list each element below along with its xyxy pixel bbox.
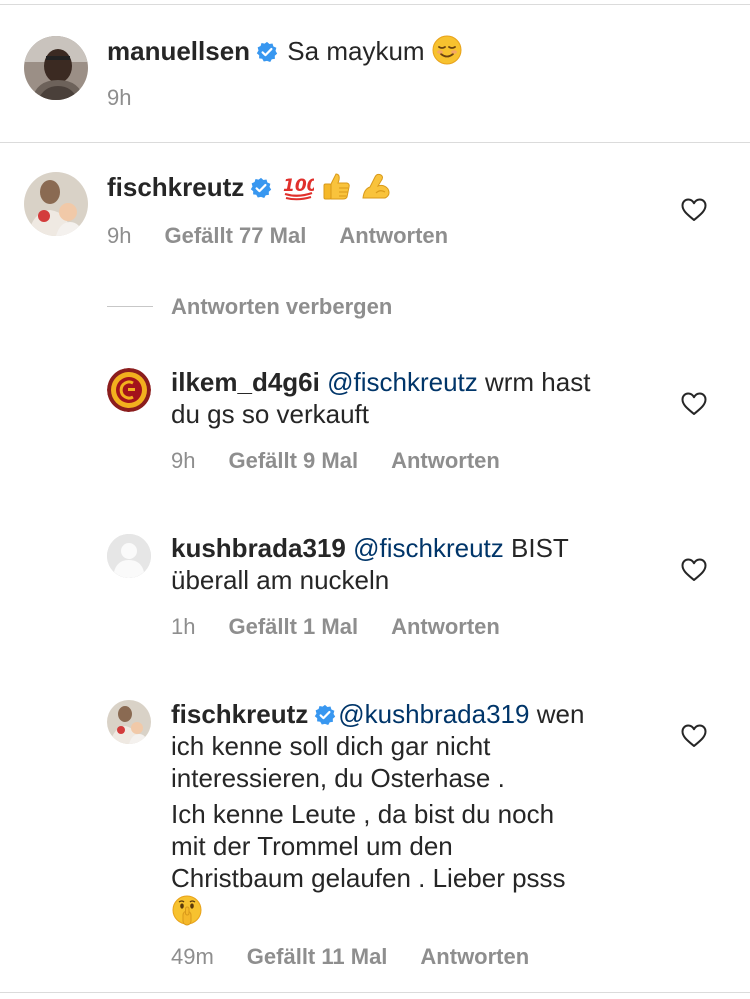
section-divider	[0, 142, 750, 143]
heart-icon[interactable]	[681, 724, 707, 748]
heart-icon[interactable]	[681, 392, 707, 416]
username[interactable]: fischkreutz	[171, 699, 308, 729]
hide-replies-line	[107, 306, 153, 307]
comment-meta: 9h	[107, 84, 131, 112]
thumbs-up-emoji-icon	[321, 171, 353, 208]
timestamp: 1h	[171, 614, 196, 639]
avatar-ilkem-d4g6i[interactable]	[107, 368, 151, 412]
reply-text-line-4: Ich kenne Leute , da bist du noch	[171, 798, 554, 830]
flexed-biceps-emoji-icon	[360, 171, 392, 208]
timestamp: 9h	[107, 223, 132, 248]
shushing-face-emoji-icon	[171, 894, 203, 933]
timestamp: 9h	[107, 85, 132, 110]
reply-text: wrm hast	[484, 367, 591, 397]
reply-meta: 1h Gefällt 1 Mal Antworten	[171, 613, 500, 641]
reply-text: überall am nuckeln	[171, 565, 390, 595]
comment-meta: 9h Gefällt 77 Mal Antworten	[107, 222, 448, 250]
reply-text: wen	[536, 699, 585, 729]
reply-button[interactable]: Antworten	[391, 614, 500, 639]
likes-count[interactable]: Gefällt 1 Mal	[228, 614, 358, 639]
reply-button[interactable]: Antworten	[339, 223, 448, 248]
username[interactable]: ilkem_d4g6i	[171, 367, 320, 397]
reply-text-line-7	[171, 894, 203, 933]
reply-button[interactable]: Antworten	[420, 944, 529, 969]
reply-text: Christbaum gelaufen . Lieber psss	[171, 863, 566, 893]
timestamp: 49m	[171, 944, 214, 969]
username[interactable]: fischkreutz	[107, 172, 244, 202]
comment-text-line: fischkreutz 100	[107, 171, 392, 208]
timestamp: 9h	[171, 448, 196, 473]
relieved-smile-emoji-icon	[432, 35, 462, 72]
hundred-points-emoji-icon: 100	[282, 171, 318, 208]
mention-link[interactable]: @fischkreutz	[353, 533, 504, 563]
mention-link[interactable]: @fischkreutz	[327, 367, 478, 397]
avatar-fischkreutz-small[interactable]	[107, 700, 151, 744]
heart-icon[interactable]	[681, 558, 707, 582]
reply-text: interessieren, du Osterhase .	[171, 763, 505, 793]
username[interactable]: manuellsen	[107, 36, 250, 66]
mention-link[interactable]: @kushbrada319	[338, 699, 529, 729]
top-divider	[0, 4, 750, 5]
reply-text: Ich kenne Leute , da bist du noch	[171, 799, 555, 829]
likes-count[interactable]: Gefällt 9 Mal	[228, 448, 358, 473]
reply-text-line-6: Christbaum gelaufen . Lieber psss	[171, 862, 566, 894]
avatar-fischkreutz[interactable]	[24, 172, 88, 236]
hide-replies-button[interactable]: Antworten verbergen	[171, 293, 392, 321]
comment-text-line: manuellsen Sa maykum	[107, 35, 462, 72]
heart-icon[interactable]	[681, 198, 707, 222]
reply-text-line-3: interessieren, du Osterhase .	[171, 762, 505, 794]
comment-text: Sa maykum	[287, 36, 425, 66]
verified-badge-icon	[250, 174, 272, 206]
reply-text: mit der Trommel um den	[171, 831, 453, 861]
verified-badge-icon	[256, 38, 278, 70]
avatar-manuellsen[interactable]	[24, 36, 88, 100]
verified-badge-icon	[314, 701, 336, 733]
likes-count[interactable]: Gefällt 11 Mal	[247, 944, 388, 969]
reply-text: du gs so verkauft	[171, 399, 369, 429]
reply-text-line-1: kushbrada319 @fischkreutz BIST	[171, 532, 569, 564]
reply-text: ich kenne soll dich gar nicht	[171, 731, 491, 761]
reply-text-line-1: fischkreutz @kushbrada319 wen	[171, 698, 584, 733]
reply-meta: 9h Gefällt 9 Mal Antworten	[171, 447, 500, 475]
reply-text-line-5: mit der Trommel um den	[171, 830, 453, 862]
likes-count[interactable]: Gefällt 77 Mal	[164, 223, 306, 248]
reply-text-line-2: überall am nuckeln	[171, 564, 389, 596]
bottom-divider	[0, 992, 750, 993]
reply-text-line-2: ich kenne soll dich gar nicht	[171, 730, 490, 762]
reply-button[interactable]: Antworten	[391, 448, 500, 473]
reply-meta: 49m Gefällt 11 Mal Antworten	[171, 943, 529, 971]
reply-text-line-1: ilkem_d4g6i @fischkreutz wrm hast	[171, 366, 590, 398]
reply-text: BIST	[511, 533, 569, 563]
avatar-kushbrada319[interactable]	[107, 534, 151, 578]
username[interactable]: kushbrada319	[171, 533, 346, 563]
reply-text-line-2: du gs so verkauft	[171, 398, 369, 430]
